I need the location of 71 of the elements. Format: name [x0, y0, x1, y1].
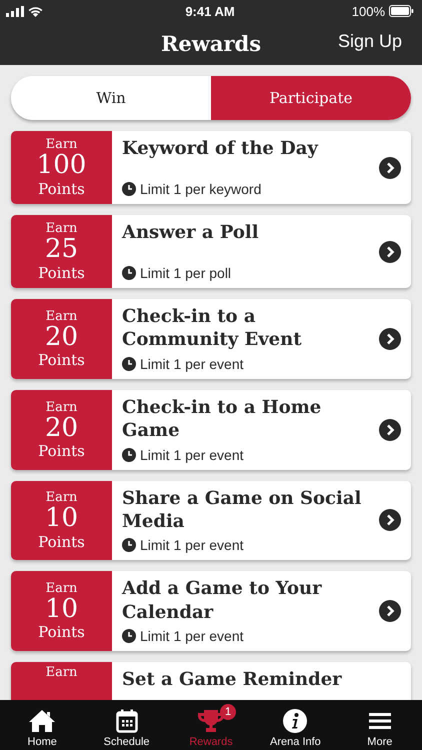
tab-bar-item[interactable]: Home: [0, 700, 84, 750]
battery-percent: 100%: [352, 4, 385, 18]
points-label: Points: [38, 180, 85, 198]
calendar-icon: [116, 709, 138, 733]
chevron-icon: [379, 509, 401, 532]
earn-label: Earn: [46, 221, 78, 236]
points-value: 10: [44, 505, 78, 533]
reward-title: Add a Game to Your Calendar: [122, 577, 323, 624]
tab-bar-item[interactable]: Arena Info: [253, 700, 338, 750]
clock-icon: [122, 266, 136, 280]
reward-title: Set a Game Reminder: [122, 668, 343, 692]
reward-title: Check-in to a Community Event: [122, 305, 303, 352]
earn-label: Earn: [46, 665, 78, 680]
earn-label: Earn: [46, 581, 78, 596]
signal-icon: [6, 6, 24, 16]
chevron-icon: [379, 418, 401, 441]
home-icon: [28, 709, 56, 733]
points-value: 10: [44, 596, 78, 624]
battery-icon: [389, 5, 414, 17]
chevron-icon: [379, 156, 401, 178]
earn-label: Earn: [46, 490, 78, 506]
tab-bar-item[interactable]: More: [338, 700, 422, 750]
menu-icon: [368, 712, 391, 730]
earn-label: Earn: [46, 308, 78, 324]
page-title: Rewards: [160, 31, 262, 56]
reward-title: Keyword of the Day: [122, 137, 320, 160]
points-value: 20: [44, 414, 78, 442]
reward-card[interactable]: Earn Set a Game Reminder: [11, 662, 411, 700]
tab-bar-item[interactable]: Schedule: [84, 700, 169, 750]
chevron-icon: [379, 600, 401, 622]
status-time: 9:41 AM: [185, 4, 235, 18]
points-label: Points: [38, 442, 85, 460]
reward-card[interactable]: Earn 20 Points Check-in to a Home Game Limit 1 per event: [11, 390, 411, 470]
clock-icon: [122, 629, 136, 644]
limit-text: Limit 1 per event: [140, 537, 244, 554]
info-icon: [283, 709, 308, 733]
clock-icon: [122, 356, 136, 371]
clock-icon: [122, 448, 136, 462]
segment-tab[interactable]: Participate: [211, 76, 411, 120]
tab-bar-item[interactable]: 1 Rewards: [168, 700, 254, 750]
points-label: Points: [38, 532, 85, 551]
sign-up-link[interactable]: Sign Up: [338, 31, 402, 52]
reward-card[interactable]: Earn 10 Points Share a Game on Social Media Limit 1 per event: [11, 480, 411, 560]
earn-label: Earn: [46, 400, 78, 415]
limit-text: Limit 1 per keyword: [140, 181, 262, 197]
wifi-icon: [28, 6, 43, 16]
chevron-icon: [379, 328, 401, 350]
notification-badge: 1: [220, 704, 236, 720]
limit-text: Limit 1 per poll: [140, 265, 232, 281]
reward-card[interactable]: Earn 25 Points Answer a Poll Limit 1 per poll: [11, 215, 411, 288]
trophy-icon: [197, 709, 226, 733]
reward-title: Check-in to a Home Game: [122, 396, 322, 443]
points-value: 20: [44, 324, 78, 352]
earn-label: Earn: [46, 137, 78, 152]
limit-text: Limit 1 per event: [140, 446, 244, 463]
points-value: 100: [36, 152, 86, 180]
chevron-icon: [379, 240, 401, 262]
points-label: Points: [38, 351, 85, 370]
limit-text: Limit 1 per event: [140, 628, 244, 644]
reward-card[interactable]: Earn 20 Points Check-in to a Community Event Limit 1 per event: [11, 299, 411, 379]
reward-card[interactable]: Earn 100 Points Keyword of the Day Limit 1 per keyword: [11, 131, 411, 204]
reward-title: Share a Game on Social Media: [122, 486, 362, 534]
clock-icon: [122, 538, 136, 552]
reward-title: Answer a Poll: [122, 221, 260, 244]
segment-tab[interactable]: Win: [11, 76, 211, 120]
points-label: Points: [38, 264, 85, 282]
clock-icon: [122, 182, 136, 196]
points-label: Points: [38, 623, 85, 642]
reward-card[interactable]: Earn 10 Points Add a Game to Your Calendar Limit 1 per event: [11, 571, 411, 652]
limit-text: Limit 1 per event: [140, 356, 244, 372]
points-value: 25: [44, 236, 78, 264]
